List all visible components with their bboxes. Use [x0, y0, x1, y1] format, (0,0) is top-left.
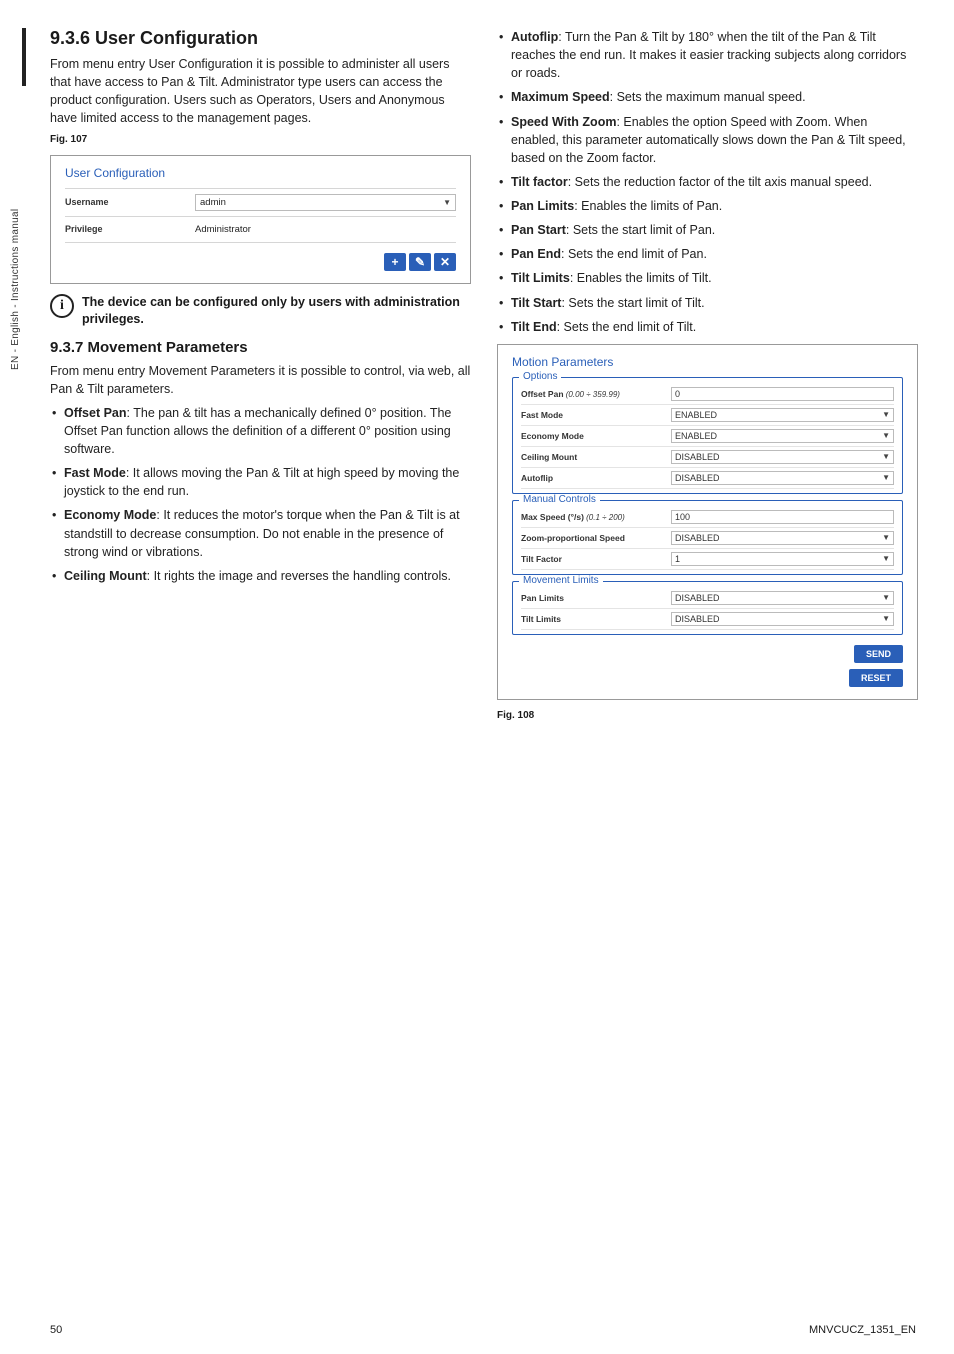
fig-108-caption: Fig. 108	[497, 710, 918, 721]
limits-fieldset: Movement Limits Pan LimitsDISABLED▼ Tilt…	[512, 581, 903, 635]
tiltf-label: Tilt Factor	[521, 554, 671, 564]
reset-button[interactable]: RESET	[849, 669, 903, 687]
list-item: Pan Limits: Enables the limits of Pan.	[497, 197, 918, 215]
list-item: Autoflip: Turn the Pan & Tilt by 180° wh…	[497, 28, 918, 82]
ss1-username-val: admin	[200, 197, 226, 208]
ss1-privilege-label: Privilege	[65, 224, 195, 234]
edit-button[interactable]: ✎	[409, 253, 431, 271]
auto-label: Autoflip	[521, 473, 671, 483]
list-item: Pan Start: Sets the start limit of Pan.	[497, 221, 918, 239]
page-footer: 50 MNVCUCZ_1351_EN	[22, 1324, 918, 1336]
ss1-privilege-val: Administrator	[195, 222, 456, 237]
caret-icon: ▼	[882, 473, 890, 482]
list-item: Tilt Start: Sets the start limit of Tilt…	[497, 294, 918, 312]
list-item: Tilt Limits: Enables the limits of Tilt.	[497, 269, 918, 287]
info-icon: i	[50, 294, 74, 318]
zoom-label: Zoom-proportional Speed	[521, 533, 671, 543]
options-fieldset: Options Offset Pan (0.00 ÷ 359.99)0 Fast…	[512, 377, 903, 494]
info-box: i The device can be configured only by u…	[50, 294, 471, 329]
ss1-title: User Configuration	[65, 166, 456, 180]
list-item: Economy Mode: It reduces the motor's tor…	[50, 506, 471, 560]
tiltl-select[interactable]: DISABLED▼	[671, 612, 894, 626]
caret-icon: ▼	[882, 452, 890, 461]
motion-params-screenshot: Motion Parameters Options Offset Pan (0.…	[497, 344, 918, 700]
maxs-input[interactable]: 100	[671, 510, 894, 524]
auto-select[interactable]: DISABLED▼	[671, 471, 894, 485]
manual-fieldset: Manual Controls Max Speed (°/s) (0.1 ÷ 2…	[512, 500, 903, 575]
caret-icon: ▼	[882, 410, 890, 419]
list-item: Pan End: Sets the end limit of Pan.	[497, 245, 918, 263]
section-937-body: From menu entry Movement Parameters it i…	[50, 362, 471, 398]
doc-code: MNVCUCZ_1351_EN	[809, 1324, 916, 1336]
margin-tab	[22, 28, 26, 86]
ss2-title: Motion Parameters	[512, 355, 903, 369]
caret-icon: ▼	[882, 593, 890, 602]
right-column: Autoflip: Turn the Pan & Tilt by 180° wh…	[497, 28, 918, 731]
tiltf-select[interactable]: 1▼	[671, 552, 894, 566]
list-item: Speed With Zoom: Enables the option Spee…	[497, 113, 918, 167]
page-number: 50	[50, 1324, 62, 1336]
ss1-username-select[interactable]: admin ▼	[195, 194, 456, 211]
right-bullets: Autoflip: Turn the Pan & Tilt by 180° wh…	[497, 28, 918, 336]
left-bullets: Offset Pan: The pan & tilt has a mechani…	[50, 404, 471, 585]
fast-select[interactable]: ENABLED▼	[671, 408, 894, 422]
manual-legend: Manual Controls	[519, 494, 600, 505]
list-item: Tilt factor: Sets the reduction factor o…	[497, 173, 918, 191]
maxs-range: (0.1 ÷ 200)	[584, 513, 625, 522]
section-937-heading: 9.3.7 Movement Parameters	[50, 339, 471, 356]
tiltl-label: Tilt Limits	[521, 614, 671, 624]
list-item: Fast Mode: It allows moving the Pan & Ti…	[50, 464, 471, 500]
fig-107-caption: Fig. 107	[50, 134, 471, 145]
send-button[interactable]: SEND	[854, 645, 903, 663]
zoom-select[interactable]: DISABLED▼	[671, 531, 894, 545]
caret-icon: ▼	[443, 198, 451, 207]
list-item: Maximum Speed: Sets the maximum manual s…	[497, 88, 918, 106]
user-config-screenshot: User Configuration Username admin ▼ Privi…	[50, 155, 471, 284]
offset-label: Offset Pan	[521, 389, 564, 399]
offset-input[interactable]: 0	[671, 387, 894, 401]
maxs-label: Max Speed (°/s)	[521, 512, 584, 522]
offset-range: (0.00 ÷ 359.99)	[564, 390, 620, 399]
add-button[interactable]: +	[384, 253, 406, 271]
econ-select[interactable]: ENABLED▼	[671, 429, 894, 443]
delete-button[interactable]: ✕	[434, 253, 456, 271]
side-text: EN - English - Instructions manual	[10, 90, 24, 370]
left-column: 9.3.6 User Configuration From menu entry…	[50, 28, 471, 731]
caret-icon: ▼	[882, 614, 890, 623]
panl-select[interactable]: DISABLED▼	[671, 591, 894, 605]
list-item: Ceiling Mount: It rights the image and r…	[50, 567, 471, 585]
ss1-username-label: Username	[65, 197, 195, 207]
section-936-heading: 9.3.6 User Configuration	[50, 28, 471, 49]
caret-icon: ▼	[882, 554, 890, 563]
list-item: Offset Pan: The pan & tilt has a mechani…	[50, 404, 471, 458]
info-text: The device can be configured only by use…	[82, 294, 471, 329]
fast-label: Fast Mode	[521, 410, 671, 420]
options-legend: Options	[519, 371, 561, 382]
limits-legend: Movement Limits	[519, 575, 603, 586]
econ-label: Economy Mode	[521, 431, 671, 441]
ceil-label: Ceiling Mount	[521, 452, 671, 462]
ceil-select[interactable]: DISABLED▼	[671, 450, 894, 464]
panl-label: Pan Limits	[521, 593, 671, 603]
caret-icon: ▼	[882, 431, 890, 440]
list-item: Tilt End: Sets the end limit of Tilt.	[497, 318, 918, 336]
section-936-body: From menu entry User Configuration it is…	[50, 55, 471, 128]
caret-icon: ▼	[882, 533, 890, 542]
